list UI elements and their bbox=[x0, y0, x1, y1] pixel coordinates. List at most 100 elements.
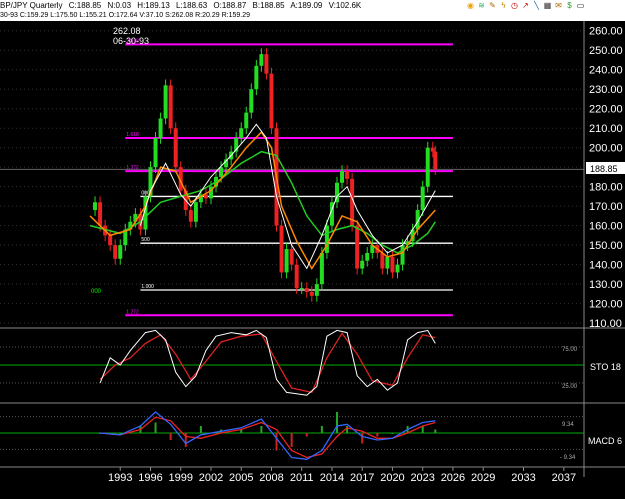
price-chart[interactable]: 2.6181.6181.2720005001.0001.272 260.0025… bbox=[0, 21, 625, 499]
candle-body bbox=[108, 235, 113, 246]
candle-body bbox=[355, 225, 360, 269]
y-tick-label: 240.00 bbox=[589, 65, 623, 77]
candle-body bbox=[309, 291, 314, 296]
volume-value: V:102.6K bbox=[328, 1, 362, 10]
candle-body bbox=[173, 128, 178, 168]
candle-body bbox=[340, 171, 345, 183]
low-value: L:188.63 bbox=[176, 1, 208, 10]
candle-body bbox=[168, 85, 173, 129]
x-tick-label: 2017 bbox=[350, 472, 374, 484]
macd-signal-line bbox=[100, 416, 436, 459]
candle-body bbox=[324, 225, 329, 253]
candle-body bbox=[93, 202, 98, 211]
x-axis: 1993 1996 1999 2002 2005 2008 2011 2014 2017 2020… bbox=[108, 467, 576, 484]
x-tick-label: 2008 bbox=[259, 472, 283, 484]
fib-label: 1.618 bbox=[126, 132, 139, 138]
x-tick-label: 2011 bbox=[290, 472, 314, 484]
y-tick-label: 220.00 bbox=[589, 104, 623, 116]
x-tick-label: 1993 bbox=[108, 472, 132, 484]
y-tick-label: 180.00 bbox=[589, 182, 623, 194]
y-tick-label: 260.00 bbox=[589, 26, 623, 38]
candle-body bbox=[244, 112, 249, 129]
arrow-icon[interactable]: ↗ bbox=[521, 1, 530, 10]
x-tick-label: 2002 bbox=[199, 472, 223, 484]
x-tick-label: 2005 bbox=[229, 472, 253, 484]
macd-hist-bar bbox=[290, 433, 293, 447]
high-value: H:189.13 bbox=[137, 1, 170, 10]
macd-hist-bar bbox=[421, 426, 424, 433]
y-tick-label: 150.00 bbox=[589, 240, 623, 252]
candle-body bbox=[259, 54, 264, 66]
stochastic-panel bbox=[0, 329, 584, 396]
candle-body bbox=[113, 245, 118, 259]
macd-hist-bar bbox=[391, 433, 394, 434]
symbol-label: BP/JPY Quarterly bbox=[0, 1, 63, 10]
macd-hist-bar bbox=[305, 433, 308, 437]
lightning-icon[interactable]: ϟ bbox=[499, 1, 508, 10]
fib-label: 1.272 bbox=[126, 309, 139, 315]
ask-value: A:189.09 bbox=[290, 1, 323, 10]
candle-body bbox=[400, 245, 405, 265]
left-tag: 000 bbox=[91, 289, 102, 295]
candle-body bbox=[299, 288, 304, 290]
price-tag: 188.85 bbox=[586, 162, 625, 174]
wifi-icon[interactable]: ◉ bbox=[466, 1, 475, 10]
candle-body bbox=[425, 147, 430, 187]
candle-body bbox=[279, 225, 284, 273]
net-value: N:0.03 bbox=[107, 1, 132, 10]
sto-label: STO 18 bbox=[590, 362, 621, 372]
candle-body bbox=[158, 118, 163, 138]
y-tick-label: 230.00 bbox=[589, 84, 623, 96]
clock-icon[interactable]: ◷ bbox=[510, 1, 519, 10]
macd-hist-bar bbox=[260, 426, 263, 433]
candle-body bbox=[294, 264, 299, 289]
bid-value: B:188.85 bbox=[252, 1, 285, 10]
candle-body bbox=[254, 65, 259, 90]
x-tick-label: 1996 bbox=[138, 472, 162, 484]
price-series bbox=[93, 48, 438, 302]
candle-body bbox=[284, 249, 289, 273]
macd-label: MACD 6 bbox=[588, 436, 622, 446]
candle-body bbox=[430, 147, 435, 152]
candle-body bbox=[365, 252, 370, 261]
y-tick-label: 200.00 bbox=[589, 143, 623, 155]
pencil-icon[interactable]: ✎ bbox=[488, 1, 497, 10]
candle-body bbox=[395, 264, 400, 273]
y-tick-label: 160.00 bbox=[589, 221, 623, 233]
chart-icon[interactable]: ≋ bbox=[477, 1, 486, 10]
candle-body bbox=[319, 252, 324, 285]
grid-icon[interactable]: ▦ bbox=[543, 1, 552, 10]
candle-body bbox=[420, 186, 425, 211]
grid bbox=[0, 21, 625, 477]
dollar-icon[interactable]: $ bbox=[565, 1, 574, 10]
macd-hist-bar bbox=[199, 426, 202, 433]
candle-body bbox=[249, 89, 254, 113]
ruler-icon[interactable]: ╲ bbox=[532, 1, 541, 10]
y-tick-label: 250.00 bbox=[589, 45, 623, 57]
candle-body bbox=[98, 202, 103, 226]
candle-body bbox=[153, 137, 158, 168]
y-tick-label: 140.00 bbox=[589, 260, 623, 272]
y-tick-label: 210.00 bbox=[589, 123, 623, 135]
candle-body bbox=[380, 252, 385, 269]
mail-icon[interactable]: ✉ bbox=[554, 1, 563, 10]
candle-body bbox=[345, 171, 350, 179]
macd-hi-label: 9.34 bbox=[562, 422, 574, 428]
y-tick-label: 130.00 bbox=[589, 279, 623, 291]
minimize-icon[interactable]: ▭ bbox=[576, 1, 585, 10]
macd-lo-label: - 9.34 bbox=[560, 455, 576, 461]
macd-hist-bar bbox=[169, 433, 172, 440]
annotation-date: 06-30-93 bbox=[113, 36, 149, 46]
macd-hist-bar bbox=[376, 433, 379, 437]
sto-hi-label: 75.00 bbox=[562, 347, 578, 353]
macd-hist-bar bbox=[320, 426, 323, 433]
close-value: C:188.85 bbox=[68, 1, 102, 10]
candle-body bbox=[314, 284, 319, 296]
macd-hist-bar bbox=[346, 426, 349, 433]
toolbar: ◉ ≋ ✎ ϟ ◷ ↗ ╲ ▦ ✉ $ ▭ bbox=[466, 0, 585, 11]
macd-panel bbox=[0, 411, 584, 460]
candle-body bbox=[193, 202, 198, 222]
y-tick-label: 170.00 bbox=[589, 201, 623, 213]
x-tick-label: 2023 bbox=[410, 472, 434, 484]
open-value: O:188.87 bbox=[213, 1, 247, 10]
